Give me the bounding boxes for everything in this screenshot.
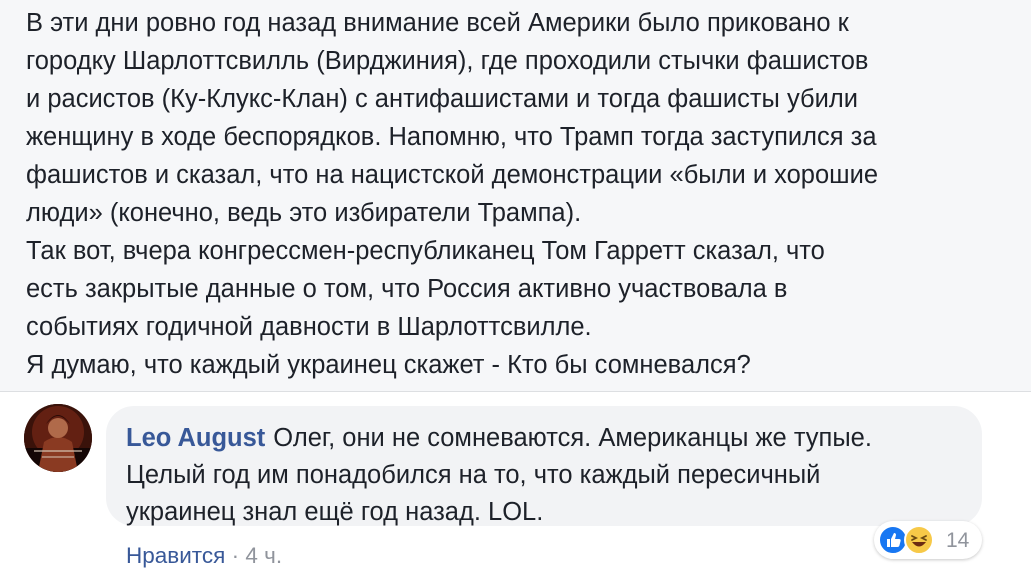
like-comment-link[interactable]: Нравится xyxy=(126,543,225,568)
post-line: есть закрытые данные о том, что Россия а… xyxy=(26,275,788,303)
comment-bubble: Leo August Олег, они не сомневаются. Амер… xyxy=(106,406,982,526)
haha-reaction-icon xyxy=(904,525,934,555)
post-line: Я думаю, что каждый украинец скажет - Кт… xyxy=(26,351,751,379)
post-body: В эти дни ровно год назад внимание всей … xyxy=(0,0,1031,392)
post-line: женщину в ходе беспорядков. Напомню, что… xyxy=(26,123,877,151)
post-line: городку Шарлоттсвилль (Вирджиния), где п… xyxy=(26,47,869,75)
comment-author-link[interactable]: Leo August xyxy=(126,424,265,452)
comment-line-text: Олег, они не сомневаются. Американцы же … xyxy=(273,424,872,452)
post-line: В эти дни ровно год назад внимание всей … xyxy=(26,9,849,37)
post-line: фашистов и сказал, что на нацистской дем… xyxy=(26,161,879,189)
post-line: и расистов (Ку-Клукс-Клан) с антифашиста… xyxy=(26,85,858,113)
comment-line: украинец знал ещё год назад. LOL. xyxy=(126,498,544,526)
comment-actions: Нравится · 4 ч. xyxy=(126,542,282,570)
comment-line: Leo August Олег, они не сомневаются. Амер… xyxy=(126,420,966,457)
action-separator: · xyxy=(231,543,240,568)
reactions-summary[interactable]: 14 xyxy=(874,521,982,559)
comment-line: Целый год им понадобился на то, что кажд… xyxy=(126,461,821,489)
post-line: Так вот, вчера конгрессмен-республиканец… xyxy=(26,237,825,265)
post-line: событиях годичной давности в Шарлоттсвил… xyxy=(26,313,592,341)
comment-text: Leo August Олег, они не сомневаются. Амер… xyxy=(126,420,966,531)
avatar-image xyxy=(24,404,92,472)
post-text: В эти дни ровно год назад внимание всей … xyxy=(26,4,1016,384)
comment-timestamp[interactable]: 4 ч. xyxy=(245,543,282,568)
post-line: люди» (конечно, ведь это избиратели Трам… xyxy=(26,199,582,227)
commenter-avatar[interactable] xyxy=(24,404,92,472)
reaction-count: 14 xyxy=(946,529,970,552)
